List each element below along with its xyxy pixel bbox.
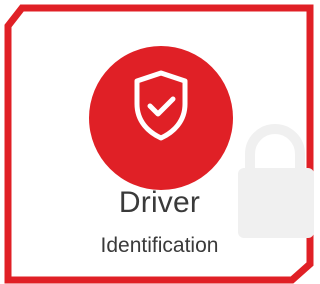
- stage: Driver Identification: [0, 0, 319, 284]
- lock-icon: [238, 124, 314, 238]
- card-title: Driver: [118, 186, 201, 219]
- card-subtitle: Identification: [100, 234, 219, 257]
- shield-check-icon: [134, 70, 188, 141]
- driver-identification-card[interactable]: Driver Identification: [0, 0, 319, 284]
